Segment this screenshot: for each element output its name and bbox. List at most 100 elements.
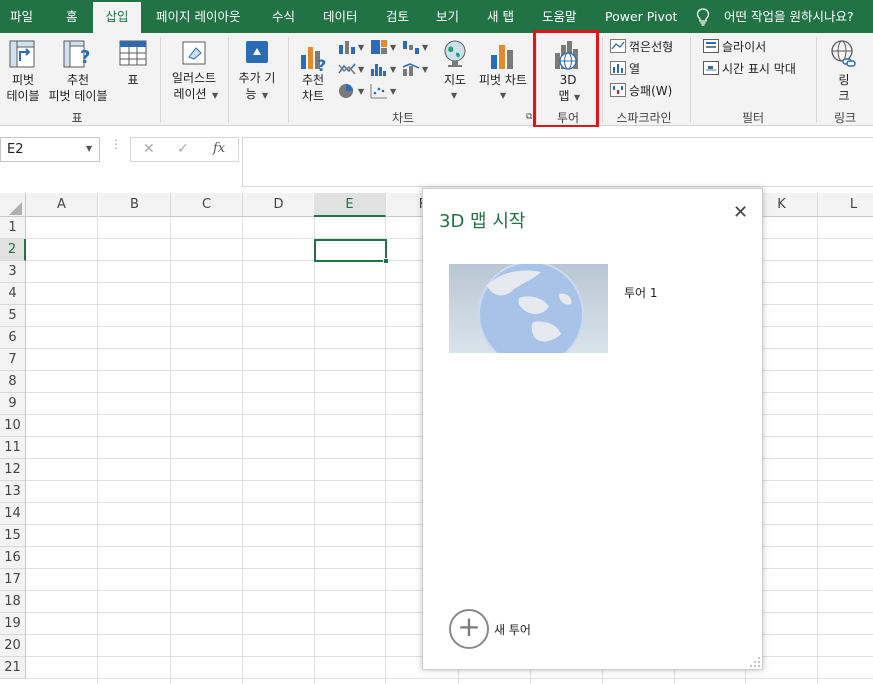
row-header-21[interactable]: 21 <box>0 657 26 679</box>
row-header-13[interactable]: 13 <box>0 481 26 503</box>
waterfall-chart-icon[interactable] <box>402 39 420 55</box>
sparkline-winloss-label[interactable]: 승패(W) <box>629 82 672 99</box>
illustrations-label-2[interactable]: 레이션 <box>162 87 218 102</box>
close-icon[interactable]: ✕ <box>733 202 748 223</box>
lightbulb-icon[interactable] <box>696 8 710 26</box>
tour-thumbnail[interactable] <box>449 264 608 353</box>
recommended-charts-icon[interactable]: ? <box>298 41 330 73</box>
tab-page-layout[interactable]: 페이지 레이아웃 <box>156 0 240 33</box>
tab-review[interactable]: 검토 <box>386 0 409 33</box>
chevron-down-icon[interactable]: ▼ <box>212 91 218 100</box>
chevron-down-icon[interactable]: ▼ <box>390 87 396 96</box>
active-cell[interactable] <box>314 239 387 262</box>
enter-icon[interactable]: ✓ <box>177 141 189 157</box>
sparkline-column-icon[interactable] <box>610 61 626 75</box>
link-label[interactable]: 링 <box>834 73 854 88</box>
tab-file[interactable]: 파일 <box>10 0 33 33</box>
slicer-icon[interactable] <box>703 39 719 53</box>
timeline-label[interactable]: 시간 표시 막대 <box>722 60 796 77</box>
tab-power-pivot[interactable]: Power Pivot <box>605 0 677 33</box>
row-header-12[interactable]: 12 <box>0 459 26 481</box>
tab-home[interactable]: 홈 <box>66 0 78 33</box>
line-chart-icon[interactable] <box>338 61 356 77</box>
tab-new-tab[interactable]: 새 탭 <box>487 0 514 33</box>
cancel-icon[interactable]: ✕ <box>143 141 155 157</box>
tour-name[interactable]: 투어 1 <box>624 284 658 301</box>
chevron-down-icon[interactable]: ▼ <box>390 65 396 74</box>
addins-label[interactable]: 추가 기 <box>230 71 284 86</box>
timeline-icon[interactable] <box>703 61 719 75</box>
chevron-down-icon[interactable]: ▼ <box>422 65 428 74</box>
splitter-handle[interactable]: ⋮ <box>110 138 122 150</box>
row-header-18[interactable]: 18 <box>0 591 26 613</box>
illustrations-icon[interactable] <box>180 39 208 67</box>
tab-help[interactable]: 도움말 <box>542 0 577 33</box>
row-header-2[interactable]: 2 <box>0 239 26 261</box>
pivot-table-label[interactable]: 피벗 <box>0 73 46 88</box>
scatter-chart-icon[interactable] <box>370 83 388 99</box>
chevron-down-icon[interactable]: ▼ <box>358 65 364 74</box>
formula-input[interactable] <box>242 137 873 187</box>
column-chart-icon[interactable] <box>338 39 356 55</box>
tab-formulas[interactable]: 수식 <box>272 0 295 33</box>
recommended-pivot-label[interactable]: 추천 <box>46 73 110 88</box>
statistic-chart-icon[interactable] <box>370 61 388 77</box>
recommended-pivot-icon[interactable]: ? <box>62 39 94 71</box>
chevron-down-icon[interactable]: ▼ <box>500 91 506 100</box>
maps-icon[interactable] <box>441 39 469 71</box>
chevron-down-icon[interactable]: ▼ <box>358 43 364 52</box>
chevron-down-icon[interactable]: ▼ <box>390 43 396 52</box>
illustrations-label[interactable]: 일러스트 <box>162 71 226 86</box>
pivot-table-icon[interactable] <box>8 39 36 69</box>
column-header-e[interactable]: E <box>314 193 386 217</box>
chevron-down-icon[interactable]: ▼ <box>86 144 92 153</box>
link-icon[interactable] <box>829 39 857 69</box>
row-header-3[interactable]: 3 <box>0 261 26 283</box>
row-header-17[interactable]: 17 <box>0 569 26 591</box>
recommended-charts-label-2[interactable]: 차트 <box>296 89 330 104</box>
hierarchy-chart-icon[interactable] <box>370 39 388 55</box>
row-header-5[interactable]: 5 <box>0 305 26 327</box>
name-box[interactable]: E2 <box>0 137 100 162</box>
row-header-7[interactable]: 7 <box>0 349 26 371</box>
table-icon[interactable] <box>118 39 148 67</box>
row-header-1[interactable]: 1 <box>0 217 26 239</box>
chevron-down-icon[interactable]: ▼ <box>422 43 428 52</box>
sparkline-column-label[interactable]: 열 <box>629 60 640 77</box>
fill-handle[interactable] <box>383 258 389 264</box>
tab-view[interactable]: 보기 <box>436 0 459 33</box>
column-header-d[interactable]: D <box>243 193 315 217</box>
column-header-l[interactable]: L <box>818 193 873 217</box>
pivot-table-label-2[interactable]: 테이블 <box>0 89 46 104</box>
combo-chart-icon[interactable] <box>402 61 420 77</box>
new-tour-label[interactable]: 새 투어 <box>494 621 531 638</box>
chevron-down-icon[interactable]: ▼ <box>262 91 268 100</box>
chevron-down-icon[interactable]: ▼ <box>451 91 457 100</box>
dialog-launcher-icon[interactable]: ⧉ <box>526 112 532 122</box>
tell-me-search[interactable]: 어떤 작업을 원하시나요? <box>724 0 854 33</box>
row-header-10[interactable]: 10 <box>0 415 26 437</box>
row-header-19[interactable]: 19 <box>0 613 26 635</box>
row-header-15[interactable]: 15 <box>0 525 26 547</box>
row-header-16[interactable]: 16 <box>0 547 26 569</box>
pie-chart-icon[interactable] <box>338 83 356 99</box>
recommended-charts-label[interactable]: 추천 <box>296 73 330 88</box>
maps-label[interactable]: 지도 <box>438 73 472 88</box>
row-header-11[interactable]: 11 <box>0 437 26 459</box>
row-header-14[interactable]: 14 <box>0 503 26 525</box>
tab-insert[interactable]: 삽입 <box>93 2 141 33</box>
pivot-chart-icon[interactable] <box>488 39 516 71</box>
row-header-4[interactable]: 4 <box>0 283 26 305</box>
row-header-8[interactable]: 8 <box>0 371 26 393</box>
chevron-down-icon[interactable]: ▼ <box>358 87 364 96</box>
row-header-20[interactable]: 20 <box>0 635 26 657</box>
table-label[interactable]: 표 <box>118 73 148 88</box>
column-header-b[interactable]: B <box>99 193 171 217</box>
column-header-c[interactable]: C <box>171 193 243 217</box>
link-label-2[interactable]: 크 <box>834 89 854 104</box>
tab-data[interactable]: 데이터 <box>323 0 358 33</box>
row-header-9[interactable]: 9 <box>0 393 26 415</box>
insert-function-icon[interactable]: fx <box>213 141 225 156</box>
column-header-a[interactable]: A <box>26 193 98 217</box>
recommended-pivot-label-2[interactable]: 피벗 테이블 <box>42 89 114 104</box>
